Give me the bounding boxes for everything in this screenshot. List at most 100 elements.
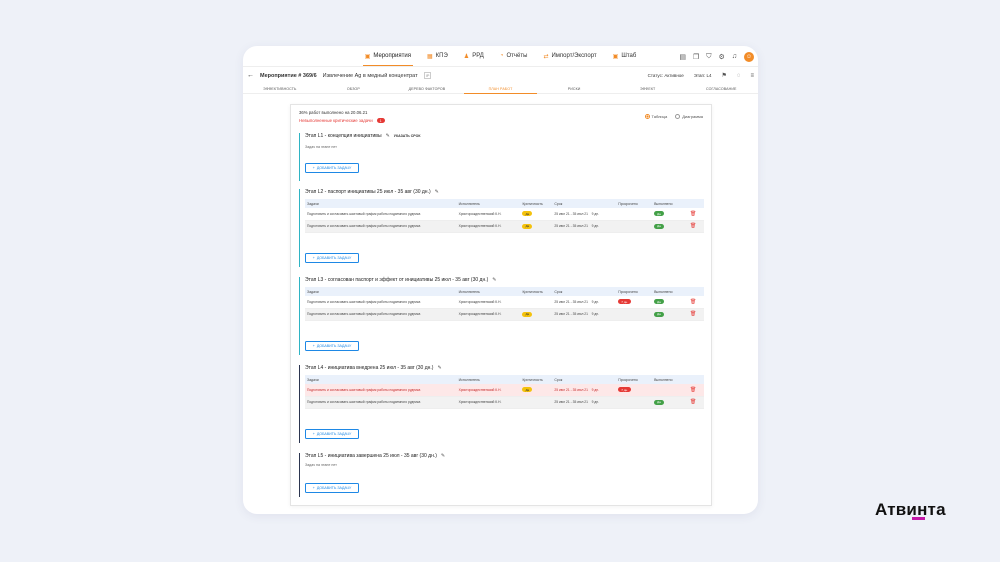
pencil-icon[interactable]: ✎ bbox=[386, 133, 390, 139]
critical-tasks-line: Невыполненные критические задачи 1 bbox=[299, 118, 703, 123]
add-task-button[interactable]: + Добавить задачу bbox=[305, 429, 359, 439]
column-header: Срок bbox=[552, 287, 617, 296]
trash-icon[interactable]: 🗑 bbox=[690, 311, 696, 317]
sync-icon: ⇄ bbox=[543, 53, 549, 60]
criticality-cell: Да bbox=[520, 384, 553, 397]
add-task-button[interactable]: + Добавить задачу bbox=[305, 483, 359, 493]
task-cell[interactable]: Подготовить и согласовать шахтовый графи… bbox=[305, 308, 457, 321]
trash-icon[interactable]: 🗑 bbox=[690, 299, 696, 305]
copy-icon[interactable]: ❐ bbox=[693, 53, 699, 61]
trash-icon[interactable]: 🗑 bbox=[690, 211, 696, 217]
due-range: 25 июл 21 - 35 июл 21 bbox=[554, 224, 588, 228]
critical-tasks-label[interactable]: Невыполненные критические задачи bbox=[299, 118, 373, 123]
shield-icon[interactable]: ⛉ bbox=[706, 53, 711, 61]
owner-cell: Христорождественский К.Н. bbox=[456, 384, 521, 397]
delete-cell: 🗑 bbox=[688, 308, 704, 321]
nav-item-events[interactable]: ▣ Мероприятия bbox=[357, 46, 419, 67]
criticality-cell: Да bbox=[520, 220, 553, 233]
view-table-radio[interactable]: Таблица bbox=[644, 114, 667, 120]
due-days: 9 дн. bbox=[591, 387, 600, 392]
tab-risks[interactable]: Риски bbox=[537, 84, 611, 93]
table-row[interactable]: Подготовить и согласовать шахтовый графи… bbox=[305, 308, 704, 321]
tab-approval[interactable]: Согласование bbox=[684, 84, 758, 93]
trash-icon[interactable]: 🗑 bbox=[690, 223, 696, 229]
app-window: ▣ Мероприятия ▦ КПЭ ♟ РРД ◔ Отчёты ⇄ Импорт/Э… bbox=[243, 46, 758, 514]
task-cell[interactable]: Подготовить и согласовать шахтовый графи… bbox=[305, 220, 457, 233]
pencil-icon[interactable]: ✎ bbox=[441, 453, 445, 459]
table-row[interactable]: Подготовить и согласовать шахтовый графи… bbox=[305, 208, 704, 221]
nav-item-rrd[interactable]: ♟ РРД bbox=[456, 46, 492, 67]
owner-cell: Христорождественский К.Н. bbox=[456, 308, 521, 321]
nav-item-kpe[interactable]: ▦ КПЭ bbox=[419, 46, 456, 67]
logo-accent-bar bbox=[912, 517, 925, 520]
stage-label: Этап: L4 bbox=[693, 73, 712, 78]
overdue-badge: 7 дн. bbox=[618, 299, 631, 305]
tab-efficiency[interactable]: Эффективность bbox=[243, 84, 317, 93]
column-header: Просрочено bbox=[616, 287, 653, 296]
avatar[interactable]: ☺ bbox=[744, 51, 754, 62]
plus-icon: + bbox=[312, 486, 315, 490]
tab-work-plan[interactable]: План работ bbox=[463, 84, 538, 94]
criticality-badge: Да bbox=[522, 223, 533, 229]
done-badge: Да bbox=[654, 299, 664, 305]
done-cell: Да bbox=[652, 208, 688, 221]
overdue-cell bbox=[616, 308, 653, 321]
delete-cell: 🗑 bbox=[688, 396, 704, 409]
stage-title: Этап L4 - инициатива внедрена 25 июл - 3… bbox=[305, 365, 434, 371]
add-task-button[interactable]: + Добавить задачу bbox=[305, 253, 359, 263]
list-icon[interactable]: ≡ bbox=[750, 73, 754, 79]
pencil-icon[interactable]: ✎ bbox=[437, 365, 441, 371]
task-cell[interactable]: Подготовить и согласовать шахтовый графи… bbox=[305, 296, 457, 309]
column-header: Исполнитель bbox=[456, 287, 521, 296]
document-icon[interactable]: ▤ bbox=[679, 53, 686, 61]
tasks-table: Задачи Исполнитель Критичность Срок Просроче… bbox=[305, 375, 704, 409]
add-task-button[interactable]: + Добавить задачу bbox=[305, 163, 359, 173]
task-cell[interactable]: Подготовить и согласовать шахтовый графи… bbox=[305, 396, 457, 409]
tab-effect[interactable]: Эффект bbox=[611, 84, 685, 93]
delete-cell: 🗑 bbox=[688, 384, 704, 397]
view-diagram-radio[interactable]: Диаграмма bbox=[675, 114, 703, 120]
task-cell[interactable]: Подготовить и согласовать шахтовый графи… bbox=[305, 384, 457, 397]
stage-title: Этап L2 - паспорт инициативы 25 июл - 35… bbox=[305, 189, 431, 195]
trash-icon[interactable]: 🗑 bbox=[690, 399, 696, 405]
overdue-cell bbox=[616, 220, 653, 233]
table-row[interactable]: Подготовить и согласовать шахтовый графи… bbox=[305, 396, 704, 409]
due-range: 25 июл 21 - 35 июл 21 bbox=[554, 400, 588, 404]
column-header: Задачи bbox=[305, 375, 457, 384]
bookmark-icon[interactable]: ⚑ bbox=[722, 72, 727, 79]
due-cell: 25 июл 21 - 35 июл 21 9 дн. bbox=[552, 208, 617, 221]
gear-icon[interactable]: ⚙ bbox=[718, 53, 724, 61]
table-header-row: Задачи Исполнитель Критичность Срок Просроче… bbox=[305, 287, 704, 296]
nav-item-import-export[interactable]: ⇄ Импорт/Экспорт bbox=[535, 46, 604, 67]
pencil-icon[interactable]: ✎ bbox=[492, 277, 496, 283]
done-badge: Да bbox=[654, 223, 664, 229]
bell-icon[interactable]: ♫ bbox=[732, 53, 737, 60]
tab-factor-tree[interactable]: Дерево факторов bbox=[390, 84, 464, 93]
calendar-icon: ▣ bbox=[612, 53, 619, 60]
tab-overview[interactable]: Обзор bbox=[317, 84, 391, 93]
overdue-cell: 7 дн. bbox=[616, 296, 653, 309]
table-row[interactable]: Подготовить и согласовать шахтовый графи… bbox=[305, 384, 704, 397]
table-row[interactable]: Подготовить и согласовать шахтовый графи… bbox=[305, 220, 704, 233]
add-task-button[interactable]: + Добавить задачу bbox=[305, 341, 359, 351]
due-cell: 25 июл 21 - 35 июл 21 9 дн. bbox=[552, 296, 617, 309]
top-navigation: ▣ Мероприятия ▦ КПЭ ♟ РРД ◔ Отчёты ⇄ Импорт/Э… bbox=[243, 46, 758, 67]
delete-cell: 🗑 bbox=[688, 296, 704, 309]
trash-icon[interactable]: 🗑 bbox=[690, 387, 696, 393]
due-days: 9 дн. bbox=[591, 211, 600, 216]
task-cell[interactable]: Подготовить и согласовать шахтовый графи… bbox=[305, 208, 457, 221]
progress-text: 36% работ выполнено на 20.06.21 bbox=[299, 110, 368, 115]
plus-icon: + bbox=[312, 344, 315, 348]
set-deadline-link[interactable]: Указать срок bbox=[394, 134, 421, 138]
critical-count-badge: 1 bbox=[376, 118, 385, 123]
stage-l1: Этап L1 - концепция инициативы ✎ Указать… bbox=[299, 133, 703, 181]
comment-icon[interactable]: ◌ bbox=[737, 73, 741, 79]
nav-item-reports[interactable]: ◔ Отчёты bbox=[492, 46, 536, 67]
due-range: 25 июл 21 - 35 июл 21 bbox=[554, 211, 588, 216]
back-arrow-icon[interactable]: ← bbox=[247, 72, 254, 79]
done-cell: Да bbox=[652, 220, 688, 233]
nav-item-hq[interactable]: ▣ Штаб bbox=[605, 46, 645, 67]
pencil-icon[interactable]: ✎ bbox=[435, 189, 439, 195]
work-plan-panel: 36% работ выполнено на 20.06.21 Невыполн… bbox=[290, 104, 712, 506]
table-row[interactable]: Подготовить и согласовать шахтовый графи… bbox=[305, 296, 704, 309]
